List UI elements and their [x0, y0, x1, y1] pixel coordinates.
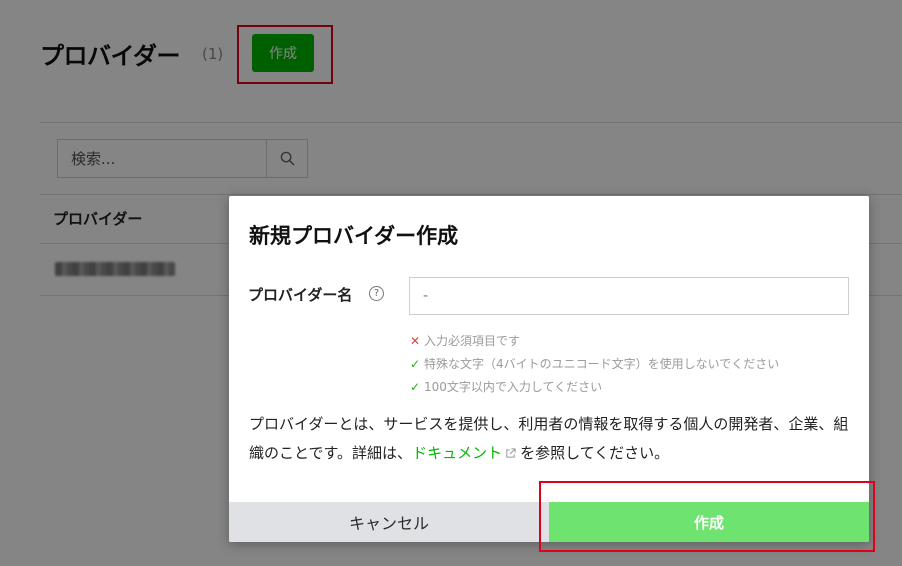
documentation-link[interactable]: ドキュメント — [412, 444, 502, 462]
validation-rule-text: 特殊な文字（4バイトのユニコード文字）を使用しないでください — [424, 357, 780, 371]
validation-rule-special-chars: ✓ 特殊な文字（4バイトのユニコード文字）を使用しないでください — [410, 352, 779, 375]
highlight-box-dialog-create-button — [539, 481, 875, 552]
validation-rule-text: 100文字以内で入力してください — [424, 380, 603, 394]
provider-description: プロバイダーとは、サービスを提供し、利用者の情報を取得する個人の開発者、企業、組… — [249, 410, 859, 468]
help-circle-icon[interactable]: ? — [369, 286, 384, 301]
dialog-title: 新規プロバイダー作成 — [249, 224, 459, 248]
validation-rule-required: ✕ 入力必須項目です — [410, 329, 779, 352]
provider-name-input[interactable] — [409, 277, 849, 315]
check-icon: ✓ — [410, 379, 421, 394]
validation-rule-text: 入力必須項目です — [424, 334, 521, 348]
validation-rules: ✕ 入力必須項目です ✓ 特殊な文字（4バイトのユニコード文字）を使用しないでく… — [410, 329, 779, 398]
cancel-button[interactable]: キャンセル — [229, 502, 549, 542]
description-text-end: を参照してください。 — [520, 444, 670, 462]
check-icon: ✓ — [410, 356, 421, 371]
provider-name-label: プロバイダー名 — [248, 286, 353, 304]
validation-rule-max-length: ✓ 100文字以内で入力してください — [410, 375, 779, 398]
external-link-icon — [506, 448, 516, 458]
cross-icon: ✕ — [410, 333, 421, 348]
